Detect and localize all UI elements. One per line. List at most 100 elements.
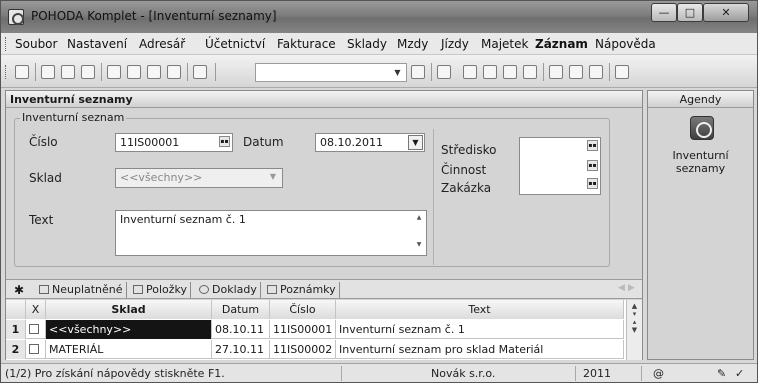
- exit-icon[interactable]: [15, 65, 29, 79]
- pohoda-app-icon[interactable]: [8, 9, 24, 25]
- form-divider: [433, 129, 434, 265]
- save-all-icon[interactable]: [167, 65, 181, 79]
- scroll-down-icon[interactable]: ▼: [414, 241, 424, 248]
- cislo-field[interactable]: 11IS00001 ▪▪: [115, 133, 233, 152]
- cinnost-picker-icon[interactable]: ▪▪: [587, 160, 598, 171]
- tab-neuplatnene[interactable]: Neuplatněné: [36, 282, 127, 298]
- tab-next-icon[interactable]: ▶: [628, 283, 635, 293]
- text-label: Text: [29, 213, 54, 227]
- tab-neuplatnene-label: Neuplatněné: [52, 283, 123, 296]
- new-record-icon[interactable]: [107, 65, 121, 79]
- cell-sklad[interactable]: MATERIÁL: [46, 340, 212, 359]
- status-help-text: (1/2) Pro získání nápovědy stiskněte F1.: [5, 367, 225, 380]
- header-x[interactable]: X: [26, 300, 46, 319]
- scroll-up-icon[interactable]: ▲: [414, 214, 424, 221]
- number-picker-icon[interactable]: ▪▪: [219, 136, 230, 147]
- header-cislo[interactable]: Číslo: [270, 300, 336, 319]
- close-button[interactable]: ✕: [703, 3, 749, 22]
- datum-label: Datum: [243, 135, 284, 149]
- window-icon[interactable]: [569, 65, 583, 79]
- copy-icon[interactable]: [193, 65, 207, 79]
- minimize-button[interactable]: —: [651, 3, 677, 22]
- stredisko-label: Středisko: [441, 143, 497, 157]
- menu-nastaveni[interactable]: Nastavení: [67, 37, 127, 51]
- edit-record-icon[interactable]: [127, 65, 141, 79]
- stredisko-cinnost-zakazka-box[interactable]: ▪▪ ▪▪ ▪▪: [519, 137, 601, 195]
- detail-tabs: ✱ Neuplatněné Položky Doklady Poznámky ◀…: [6, 279, 642, 299]
- documents-icon: [199, 285, 209, 294]
- folder-icon[interactable]: [437, 65, 451, 79]
- menu-ucetnictvi[interactable]: Účetnictví: [205, 37, 265, 51]
- sklad-select[interactable]: <<všechny>> ▼: [115, 168, 283, 188]
- tab-prev-icon[interactable]: ◀: [618, 283, 625, 293]
- row-checkbox[interactable]: [29, 324, 39, 334]
- status-at-icon[interactable]: @: [653, 367, 664, 380]
- message-icon[interactable]: [549, 65, 563, 79]
- pencil-icon[interactable]: ✎: [717, 367, 726, 380]
- calendar-dropdown-icon[interactable]: ▼: [408, 135, 423, 150]
- asterisk-icon[interactable]: ✱: [14, 283, 24, 297]
- filter-icon: [39, 285, 49, 294]
- inventory-lists-icon[interactable]: [690, 116, 714, 140]
- stredisko-picker-icon[interactable]: ▪▪: [587, 140, 598, 151]
- row-checkbox[interactable]: [29, 344, 39, 354]
- cell-datum[interactable]: 08.10.11: [212, 320, 270, 339]
- table-scrollbar[interactable]: ▲ ▾ ▴ ▼: [626, 300, 642, 360]
- cell-text[interactable]: Inventurní seznam pro sklad Materiál: [336, 340, 624, 359]
- menu-adresar[interactable]: Adresář: [139, 37, 185, 51]
- chevron-down-icon[interactable]: ▼: [270, 172, 276, 181]
- toolbar-separator: [431, 63, 432, 81]
- cell-sklad[interactable]: <<všechny>>: [46, 320, 212, 339]
- table-row[interactable]: 1 <<všechny>> 08.10.11 11IS00001 Inventu…: [6, 320, 624, 339]
- print-icon[interactable]: [61, 65, 75, 79]
- inventory-form-group: Inventurní seznam @ Číslo 11IS00001 ▪▪ D…: [14, 111, 610, 267]
- text-area[interactable]: Inventurní seznam č. 1 ▲ ▼: [115, 210, 427, 256]
- check-icon[interactable]: ✓: [735, 367, 744, 380]
- title-bar[interactable]: POHODA Komplet - [Inventurní seznamy] — …: [1, 1, 757, 33]
- tools-icon[interactable]: [41, 65, 55, 79]
- agenda-item-inventory-lists[interactable]: Inventurní seznamy: [648, 149, 753, 175]
- header-text[interactable]: Text: [336, 300, 624, 319]
- tab-doklady[interactable]: Doklady: [196, 282, 261, 298]
- chevron-down-icon[interactable]: ▼: [391, 66, 404, 79]
- panel-icon[interactable]: [589, 65, 603, 79]
- menu-zaznam[interactable]: Záznam: [535, 37, 588, 51]
- cinnost-label: Činnost: [441, 163, 487, 177]
- cell-cislo[interactable]: 11IS00001: [270, 320, 336, 339]
- menu-napoveda[interactable]: Nápověda: [595, 37, 656, 51]
- header-datum[interactable]: Datum: [212, 300, 270, 319]
- text-value: Inventurní seznam č. 1: [120, 213, 246, 226]
- grid-icon[interactable]: [503, 65, 517, 79]
- cell-text[interactable]: Inventurní seznam č. 1: [336, 320, 624, 339]
- cell-cislo[interactable]: 11IS00002: [270, 340, 336, 359]
- tab-polozky[interactable]: Položky: [130, 282, 192, 298]
- menu-sklady[interactable]: Sklady: [347, 37, 387, 51]
- calculator-icon[interactable]: [483, 65, 497, 79]
- zakazka-label: Zakázka: [441, 181, 492, 195]
- attachment-icon[interactable]: [463, 65, 477, 79]
- menu-soubor[interactable]: Soubor: [15, 37, 57, 51]
- zakazka-picker-icon[interactable]: ▪▪: [587, 178, 598, 189]
- users-icon[interactable]: [523, 65, 537, 79]
- save-icon[interactable]: [147, 65, 161, 79]
- menu-fakturace[interactable]: Fakturace: [277, 37, 336, 51]
- table-row[interactable]: 2 MATERIÁL 27.10.11 11IS00002 Inventurní…: [6, 340, 624, 359]
- cell-datum[interactable]: 27.10.11: [212, 340, 270, 359]
- maximize-button[interactable]: □: [677, 3, 703, 22]
- panel-title: Inventurní seznamy: [10, 93, 133, 106]
- agenda-panel: Inventurní seznamy Inventurní seznam @ Č…: [5, 90, 643, 360]
- menu-majetek[interactable]: Majetek: [481, 37, 528, 51]
- print-preview-icon[interactable]: [81, 65, 95, 79]
- menu-mzdy[interactable]: Mzdy: [397, 37, 428, 51]
- quick-filter-combo[interactable]: ▼: [255, 63, 407, 82]
- toolbar-separator: [101, 63, 102, 81]
- row-select-cell[interactable]: [26, 320, 46, 339]
- help-pointer-icon[interactable]: [615, 65, 629, 79]
- menu-jizdy[interactable]: Jízdy: [441, 37, 469, 51]
- agendas-pane: Agendy Inventurní seznamy: [647, 90, 754, 360]
- tab-poznamky[interactable]: Poznámky: [264, 282, 340, 298]
- row-select-cell[interactable]: [26, 340, 46, 359]
- datum-field[interactable]: 08.10.2011 ▼: [315, 133, 425, 152]
- filter-icon[interactable]: [411, 65, 425, 79]
- header-sklad[interactable]: Sklad: [46, 300, 212, 319]
